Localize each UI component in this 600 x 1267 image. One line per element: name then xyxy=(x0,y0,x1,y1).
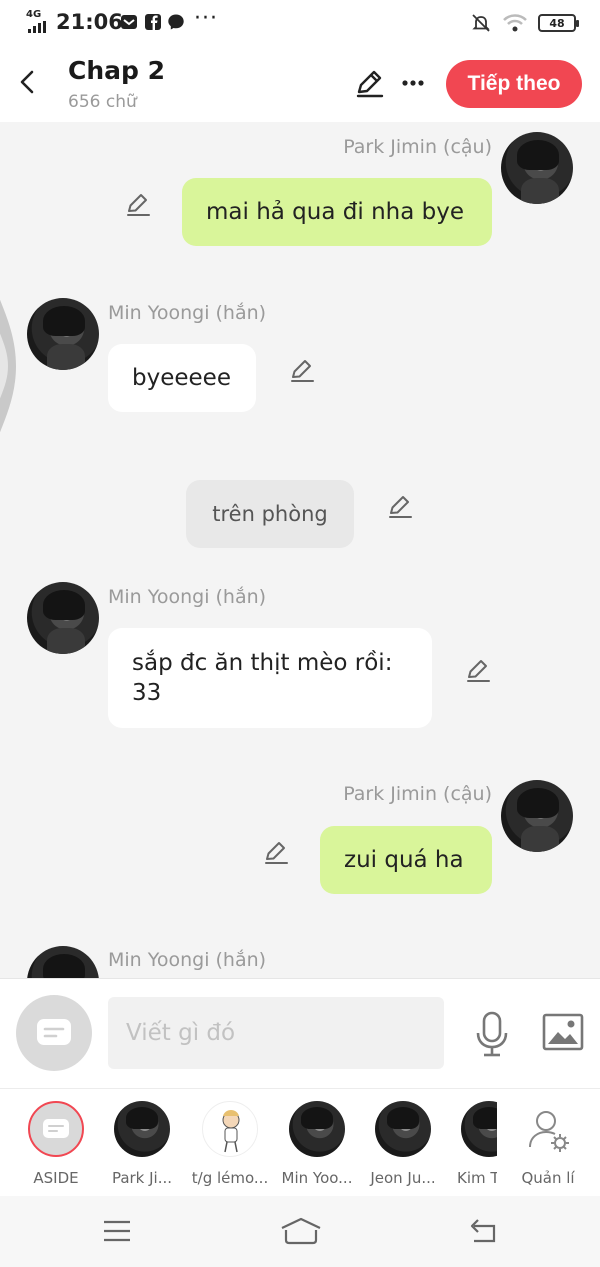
side-drawer-handle[interactable] xyxy=(0,246,20,486)
home-icon[interactable] xyxy=(280,1216,322,1246)
character-item[interactable]: Park Ji... xyxy=(102,1101,182,1187)
message-bubble[interactable]: sắp đc ăn thịt mèo rồi: 33 xyxy=(108,628,432,728)
network-type: 4G xyxy=(26,9,42,20)
system-nav-bar xyxy=(0,1196,600,1267)
mic-icon[interactable] xyxy=(474,1011,510,1057)
signal-icon xyxy=(28,21,46,33)
edit-pen-icon[interactable] xyxy=(262,838,290,866)
battery-indicator: 48 xyxy=(538,14,579,32)
character-aside[interactable]: ASIDE xyxy=(16,1101,96,1187)
menu-icon[interactable] xyxy=(100,1216,134,1246)
avatar[interactable] xyxy=(27,946,99,978)
message-bubble[interactable]: zui quá ha xyxy=(320,826,492,894)
messenger-icon xyxy=(168,14,184,30)
message-line: 33 xyxy=(132,680,162,706)
back-arrow-icon[interactable] xyxy=(14,64,44,100)
character-bar: ASIDE Park Ji... t/g lémo... Min Yoo... … xyxy=(0,1088,600,1196)
avatar[interactable] xyxy=(501,780,573,852)
word-count: 656 chữ xyxy=(68,92,137,112)
speaker-name: Min Yoongi (hắn) xyxy=(108,302,267,324)
edit-pen-icon[interactable] xyxy=(288,356,316,384)
facebook-icon xyxy=(145,14,161,30)
character-label: ASIDE xyxy=(33,1169,79,1187)
next-chapter-button[interactable]: Tiếp theo xyxy=(446,60,582,108)
chapter-header: Chap 2 656 chữ Tiếp theo xyxy=(0,44,600,122)
mute-icon xyxy=(472,14,490,32)
chat-icon xyxy=(37,1019,71,1045)
avatar xyxy=(375,1101,431,1157)
more-icon[interactable] xyxy=(398,68,428,98)
character-label: t/g lémo... xyxy=(191,1169,269,1187)
avatar[interactable] xyxy=(27,298,99,370)
message-line: sắp đc ăn thịt mèo rồi: xyxy=(132,650,393,676)
character-label: Jeon Ju... xyxy=(370,1169,436,1187)
sticker-figure-icon xyxy=(222,1110,240,1153)
speaker-name: Park Jimin (cậu) xyxy=(343,783,492,805)
message-bubble[interactable]: byeeeee xyxy=(108,344,256,412)
character-label: Kim T xyxy=(457,1169,497,1187)
chat-area[interactable]: Park Jimin (cậu) mai hả qua đi nha bye M… xyxy=(0,122,600,978)
chapter-title: Chap 2 xyxy=(68,56,166,85)
chat-icon xyxy=(43,1119,69,1138)
aside-toggle-button[interactable] xyxy=(16,995,92,1071)
character-label: Min Yoo... xyxy=(281,1169,353,1187)
speaker-name: Min Yoongi (hắn) xyxy=(108,586,267,608)
avatar[interactable] xyxy=(27,582,99,654)
character-label: Quản lí xyxy=(521,1169,575,1187)
edit-pen-icon[interactable] xyxy=(124,190,152,218)
narration-bubble[interactable]: trên phòng xyxy=(186,480,354,548)
speaker-name: Min Yoongi (hắn) xyxy=(108,949,267,971)
character-label: Park Ji... xyxy=(111,1169,173,1187)
edit-pen-icon[interactable] xyxy=(386,492,414,520)
avatar xyxy=(289,1101,345,1157)
more-notifications-icon: ··· xyxy=(194,6,218,31)
speaker-name: Park Jimin (cậu) xyxy=(343,136,492,158)
character-item[interactable]: Min Yoo... xyxy=(277,1101,357,1187)
return-icon[interactable] xyxy=(466,1216,500,1246)
avatar xyxy=(202,1101,258,1157)
manage-icon xyxy=(529,1111,569,1152)
status-time: 21:06 xyxy=(56,10,123,34)
composer-bar xyxy=(0,978,600,1088)
character-item[interactable]: Jeon Ju... xyxy=(363,1101,443,1187)
message-bubble[interactable]: mai hả qua đi nha bye xyxy=(182,178,492,246)
image-icon[interactable] xyxy=(542,1013,584,1051)
message-input[interactable] xyxy=(108,997,444,1069)
pen-icon[interactable] xyxy=(352,66,386,100)
avatar xyxy=(114,1101,170,1157)
status-bar: 4G 21:06 ··· 48 xyxy=(0,0,600,44)
avatar xyxy=(461,1101,497,1157)
wifi-icon xyxy=(503,14,527,32)
character-item[interactable]: t/g lémo... xyxy=(190,1101,270,1187)
avatar[interactable] xyxy=(501,132,573,204)
aside-avatar xyxy=(28,1101,84,1157)
mail-icon xyxy=(121,15,137,29)
manage-characters-button[interactable]: Quản lí xyxy=(508,1101,588,1187)
character-item[interactable]: Kim T xyxy=(447,1101,497,1187)
edit-pen-icon[interactable] xyxy=(464,656,492,684)
